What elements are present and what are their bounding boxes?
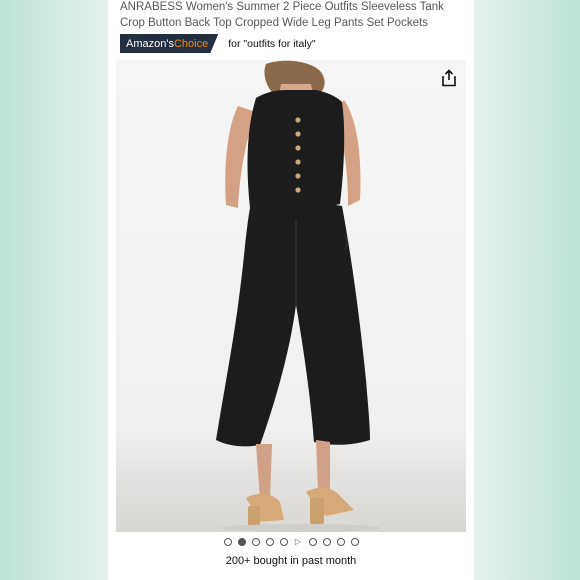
product-title[interactable]: ANRABESS Women's Summer 2 Piece Outfits …: [120, 0, 466, 31]
product-card: ANRABESS Women's Summer 2 Piece Outfits …: [108, 0, 474, 580]
carousel-indicators: ▷: [108, 536, 474, 548]
carousel-dot[interactable]: [350, 538, 359, 546]
carousel-video-indicator[interactable]: ▷: [294, 537, 303, 547]
amazons-choice-row: Amazon's Choice for "outfits for italy": [120, 34, 316, 53]
amazons-choice-badge[interactable]: Amazon's Choice: [120, 34, 219, 53]
carousel-dot[interactable]: [251, 538, 260, 546]
badge-accent: Choice: [173, 37, 209, 50]
share-icon[interactable]: [441, 69, 457, 87]
badge-keyword: for "outfits for italy": [228, 37, 316, 50]
badge-prefix: Amazon's: [126, 37, 174, 50]
carousel-dot[interactable]: [223, 538, 232, 546]
carousel-dot[interactable]: [265, 538, 274, 546]
carousel-dot[interactable]: [237, 538, 246, 546]
product-image[interactable]: [116, 60, 466, 532]
model-illustration: [216, 60, 381, 532]
carousel-dot[interactable]: [308, 538, 317, 546]
carousel-dot[interactable]: [279, 538, 288, 546]
carousel-dot[interactable]: [336, 538, 345, 546]
carousel-dot[interactable]: [322, 538, 331, 546]
bought-count: 200+ bought in past month: [225, 555, 357, 567]
